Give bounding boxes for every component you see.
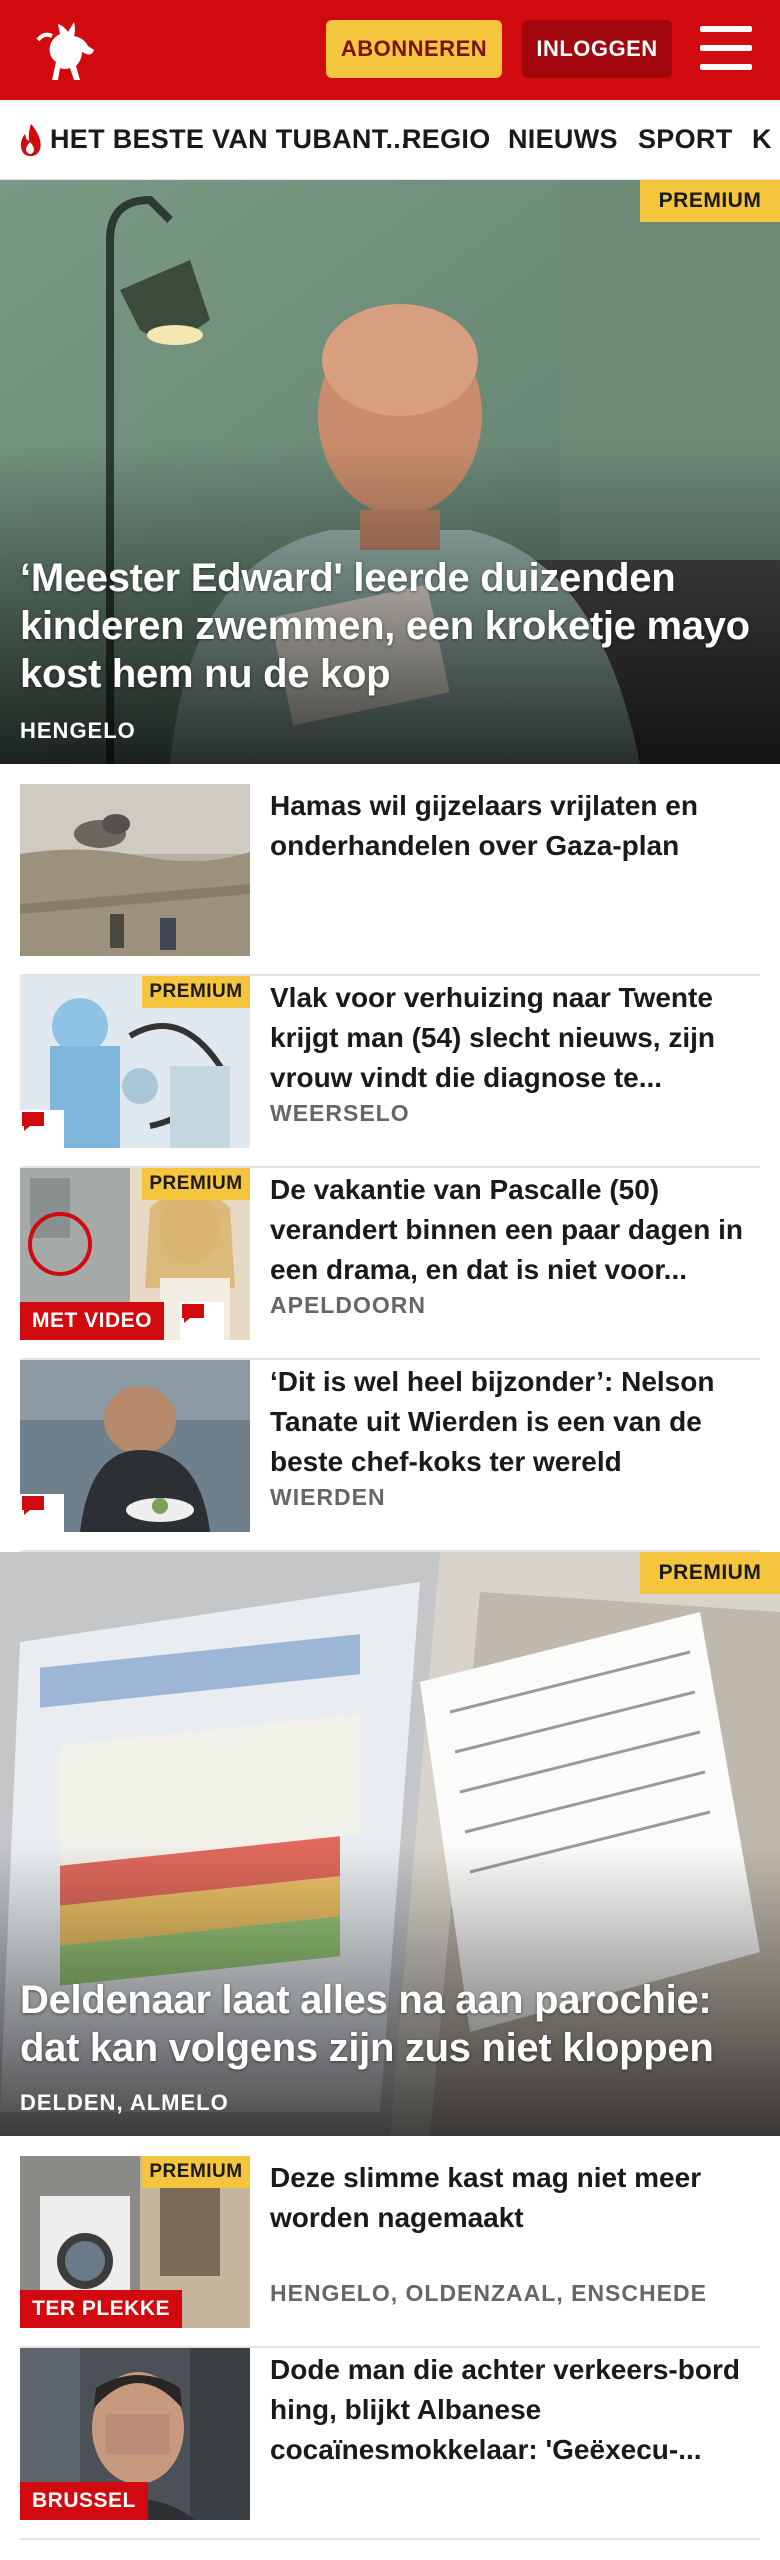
nav-item-nieuws[interactable]: NIEUWS xyxy=(508,124,618,155)
hero-title[interactable]: Deldenaar laat alles na aan parochie: da… xyxy=(20,1976,760,2072)
list-item[interactable]: PREMIUM TER PLEKKE Deze slimme kast mag … xyxy=(20,2156,760,2348)
premium-badge: PREMIUM xyxy=(142,1168,250,1200)
list-item[interactable]: PREMIUM Vlak voor verhuizing naar Twente… xyxy=(20,976,760,1168)
top-bar: ABONNEREN INLOGGEN xyxy=(0,0,780,100)
location-tag: TER PLEKKE xyxy=(20,2290,183,2328)
horse-logo-icon[interactable] xyxy=(30,10,110,90)
article-thumbnail: PREMIUM TER PLEKKE xyxy=(20,2156,250,2328)
video-tag: MET VIDEO xyxy=(20,1302,165,1340)
flame-icon xyxy=(20,124,41,157)
login-button[interactable]: INLOGGEN xyxy=(522,20,672,78)
article-title[interactable]: ‘Dit is wel heel bijzonder’: Nelson Tana… xyxy=(270,1362,760,1482)
article-title[interactable]: Hamas wil gijzelaars vrijlaten en onderh… xyxy=(270,786,760,866)
list-item[interactable]: BRUSSEL Dode man die achter verkeers-bor… xyxy=(20,2348,760,2540)
list-item[interactable]: ‘Dit is wel heel bijzonder’: Nelson Tana… xyxy=(20,1360,760,1552)
premium-badge: PREMIUM xyxy=(640,1552,780,1594)
article-location: WIERDEN xyxy=(270,1484,386,1510)
article-thumbnail: PREMIUM xyxy=(20,976,250,1148)
article-title[interactable]: Deze slimme kast mag niet meer worden na… xyxy=(270,2158,760,2238)
article-thumbnail xyxy=(20,1360,250,1532)
hero-location: DELDEN, ALMELO xyxy=(20,2090,229,2115)
nav-item-sport[interactable]: SPORT xyxy=(638,124,733,155)
comment-icon xyxy=(180,1302,224,1340)
nav-item-regio[interactable]: REGIO xyxy=(402,124,491,155)
article-location: APELDOORN xyxy=(270,1292,426,1318)
article-title[interactable]: Vlak voor verhuizing naar Twente krijgt … xyxy=(270,978,760,1098)
comment-icon xyxy=(20,1110,64,1148)
article-location: HENGELO, OLDENZAAL, ENSCHEDE xyxy=(270,2280,707,2306)
hero-article[interactable]: PREMIUM ‘Meester Edward' leerde duizende… xyxy=(0,180,780,764)
list-item[interactable]: Hamas wil gijzelaars vrijlaten en onderh… xyxy=(20,784,760,976)
nav-item-best-of[interactable]: HET BESTE VAN TUBANT... xyxy=(50,124,409,155)
location-tag: BRUSSEL xyxy=(20,2482,148,2520)
article-location: WEERSELO xyxy=(270,1100,410,1126)
article-thumbnail: PREMIUM MET VIDEO xyxy=(20,1168,250,1340)
list-item[interactable]: PREMIUM MET VIDEO De vakantie van Pascal… xyxy=(20,1168,760,1360)
hero-title[interactable]: ‘Meester Edward' leerde duizenden kinder… xyxy=(20,554,760,698)
article-thumbnail: BRUSSEL xyxy=(20,2348,250,2520)
premium-badge: PREMIUM xyxy=(640,180,780,222)
menu-icon[interactable] xyxy=(700,26,752,70)
article-title[interactable]: Dode man die achter verkeers-bord hing, … xyxy=(270,2350,760,2470)
subscribe-button[interactable]: ABONNEREN xyxy=(326,20,502,78)
hero-article[interactable]: PREMIUM Deldenaar laat alles na aan paro… xyxy=(0,1552,780,2136)
premium-badge: PREMIUM xyxy=(142,2156,250,2188)
premium-badge: PREMIUM xyxy=(142,976,250,1008)
nav-item-more[interactable]: K xyxy=(752,124,772,155)
comment-icon xyxy=(20,1494,64,1532)
article-thumbnail xyxy=(20,784,250,956)
hero-location: HENGELO xyxy=(20,718,136,743)
section-nav: HET BESTE VAN TUBANT... REGIO NIEUWS SPO… xyxy=(0,100,780,180)
article-title[interactable]: De vakantie van Pascalle (50) verandert … xyxy=(270,1170,760,1290)
